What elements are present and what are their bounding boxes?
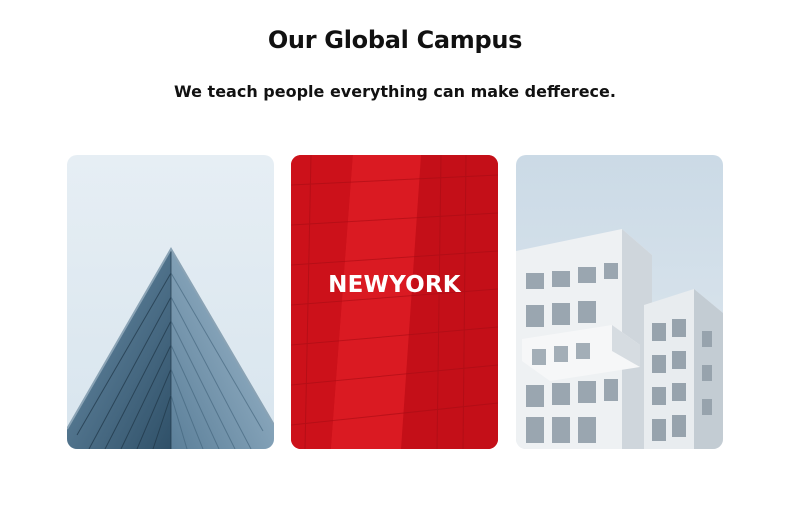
white-modern-building-image: [516, 155, 723, 449]
section-title: Our Global Campus: [267, 26, 523, 54]
campus-label: NEWYORK: [328, 272, 461, 298]
red-glass-building-image: [291, 155, 498, 449]
glass-pyramid-building-image: [67, 155, 274, 449]
campus-card-2[interactable]: NEWYORK: [291, 155, 498, 449]
campus-card-1[interactable]: [67, 155, 274, 449]
campus-card-3[interactable]: [516, 155, 723, 449]
section-subtitle: We teach people everything can make deff…: [174, 82, 616, 101]
